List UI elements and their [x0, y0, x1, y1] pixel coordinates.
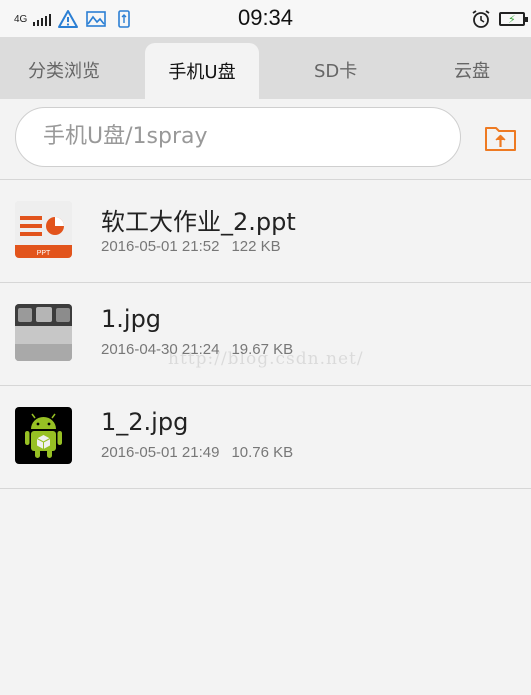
- tab-phone-udisk[interactable]: 手机U盘: [145, 43, 259, 99]
- status-bar: 4G 09:34 ⚡: [0, 0, 531, 37]
- folder-up-icon[interactable]: [484, 123, 517, 153]
- file-row[interactable]: 1.jpg 2016-04-30 21:24 19.67 KB: [0, 283, 531, 386]
- tab-bar: 分类浏览 手机U盘 SD卡 云盘: [0, 37, 531, 99]
- path-bar: 手机U盘/1spray: [0, 99, 531, 179]
- tab-cloud-disk[interactable]: 云盘: [454, 57, 490, 83]
- file-size: 10.76 KB: [231, 444, 294, 461]
- svg-text:PPT: PPT: [37, 250, 51, 257]
- android-image-thumbnail: [15, 407, 72, 464]
- file-row[interactable]: PPT 软工大作业_2.ppt 2016-05-01 21:52 122 KB: [0, 180, 531, 283]
- file-name: 软工大作业_2.ppt: [101, 208, 296, 236]
- ppt-file-icon: PPT: [15, 201, 72, 258]
- file-name: 1_2.jpg: [101, 408, 189, 436]
- file-name: 1.jpg: [101, 305, 162, 333]
- tab-category-browse[interactable]: 分类浏览: [28, 57, 100, 83]
- file-size: 122 KB: [231, 238, 281, 255]
- tab-sd-card[interactable]: SD卡: [314, 57, 357, 83]
- watermark: http://blog.csdn.net/: [168, 349, 364, 369]
- file-meta: 2016-05-01 21:49 10.76 KB: [101, 444, 293, 461]
- battery-icon: ⚡: [499, 12, 528, 26]
- status-time: 09:34: [237, 5, 294, 30]
- file-date: 2016-05-01 21:49: [101, 444, 220, 461]
- divider: [0, 488, 531, 489]
- image-thumbnail: [15, 304, 72, 361]
- alarm-icon: [472, 10, 490, 28]
- file-meta: 2016-05-01 21:52 122 KB: [101, 238, 281, 255]
- path-breadcrumb[interactable]: 手机U盘/1spray: [15, 107, 461, 167]
- file-row[interactable]: 1_2.jpg 2016-05-01 21:49 10.76 KB: [0, 386, 531, 489]
- file-date: 2016-05-01 21:52: [101, 238, 220, 255]
